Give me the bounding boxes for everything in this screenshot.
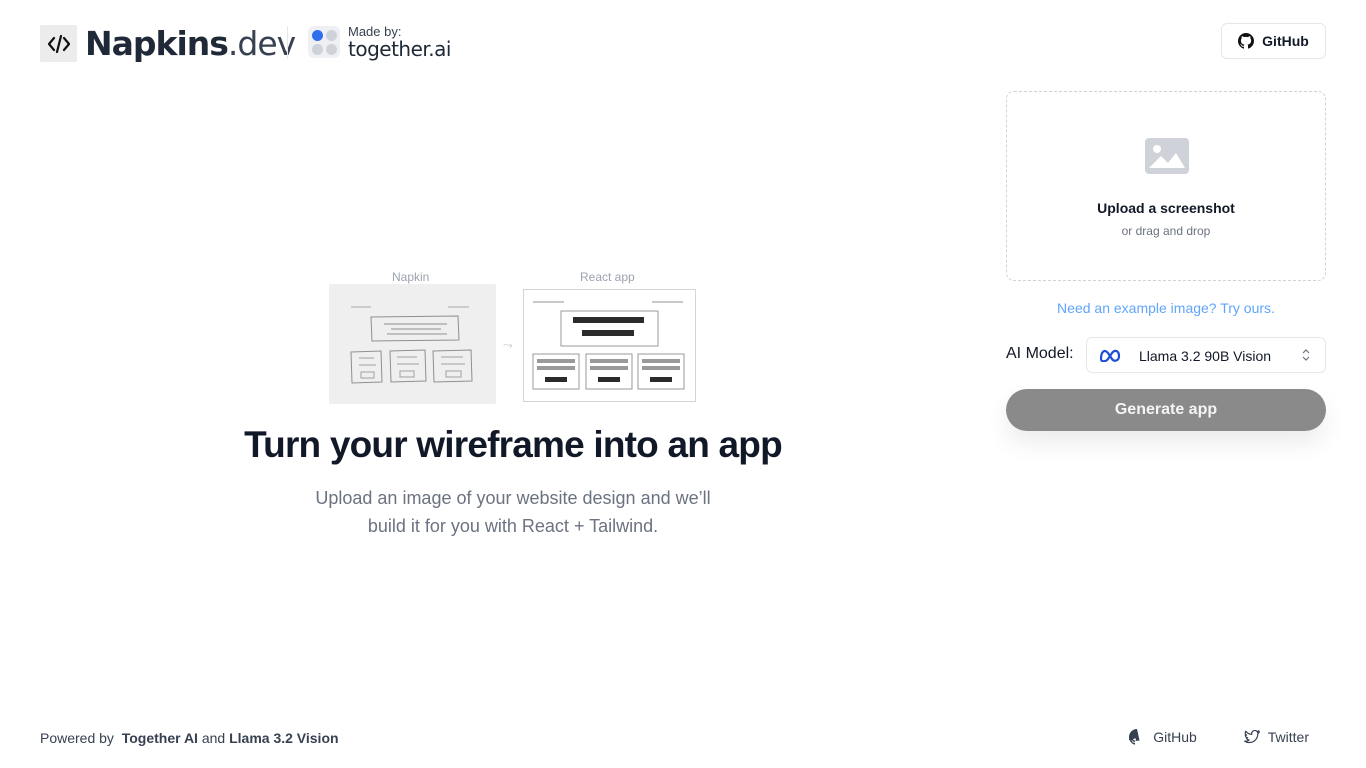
upload-title: Upload a screenshot: [1097, 200, 1235, 216]
react-app-label: React app: [580, 270, 635, 284]
github-icon: [1238, 33, 1255, 49]
made-by-text: Made by: together.ai: [348, 25, 451, 59]
footer-twitter-link[interactable]: Twitter: [1243, 729, 1309, 745]
footer-powered-by: Powered by Together AI and Llama 3.2 Vis…: [40, 730, 339, 746]
model-select[interactable]: Llama 3.2 90B Vision: [1086, 337, 1326, 373]
model-label: AI Model:: [1006, 345, 1074, 362]
footer-links: GitHub Twitter: [1129, 729, 1309, 745]
together-logo-icon: [308, 26, 340, 58]
example-image-link[interactable]: Need an example image? Try ours.: [1006, 300, 1326, 316]
logo-text-light: .dev: [227, 24, 296, 63]
github-icon: [1129, 729, 1140, 745]
twitter-icon: [1243, 730, 1260, 744]
napkin-label: Napkin: [392, 270, 430, 284]
header: Napkins.dev Made by: together.ai GitHub: [40, 23, 1326, 63]
hero-subtitle-line1: Upload an image of your website design a…: [315, 488, 711, 508]
footer-github-link[interactable]: GitHub: [1129, 729, 1197, 745]
generate-app-button[interactable]: Generate app: [1006, 389, 1326, 431]
arrow-icon: ⤳: [503, 338, 513, 352]
github-button-label: GitHub: [1262, 33, 1309, 49]
upload-dropzone[interactable]: Upload a screenshot or drag and drop: [1006, 91, 1326, 281]
meta-icon: [1099, 348, 1121, 367]
logo-text: Napkins.dev: [85, 24, 296, 63]
hero-subtitle: Upload an image of your website design a…: [250, 484, 776, 540]
hero-subtitle-line2: build it for you with React + Tailwind.: [367, 516, 659, 536]
github-button[interactable]: GitHub: [1221, 23, 1326, 59]
wireframe-illustration: Napkin React app ⤳: [329, 268, 699, 408]
model-select-value: Llama 3.2 90B Vision: [1139, 348, 1272, 364]
header-divider: [287, 26, 288, 59]
hero-title: Turn your wireframe into an app: [244, 424, 783, 465]
and-label: and: [201, 730, 226, 746]
llama-link[interactable]: Llama 3.2 Vision: [229, 730, 338, 746]
together-ai-link[interactable]: Together AI: [122, 730, 198, 746]
made-by-together[interactable]: Made by: together.ai: [308, 25, 451, 59]
upload-subtitle: or drag and drop: [1121, 224, 1211, 238]
made-by-brand: together.ai: [348, 37, 451, 61]
code-icon: [40, 25, 77, 62]
napkin-sketch: [329, 284, 496, 404]
chevron-updown-icon: [1301, 348, 1311, 367]
react-app-mockup: [523, 289, 696, 402]
logo-text-strong: Napkins: [85, 24, 229, 63]
logo[interactable]: Napkins.dev: [40, 24, 296, 63]
image-placeholder-icon: [1145, 138, 1189, 179]
footer-twitter-label: Twitter: [1267, 729, 1309, 745]
powered-by-label: Powered by: [40, 730, 114, 746]
footer-github-label: GitHub: [1153, 729, 1197, 745]
